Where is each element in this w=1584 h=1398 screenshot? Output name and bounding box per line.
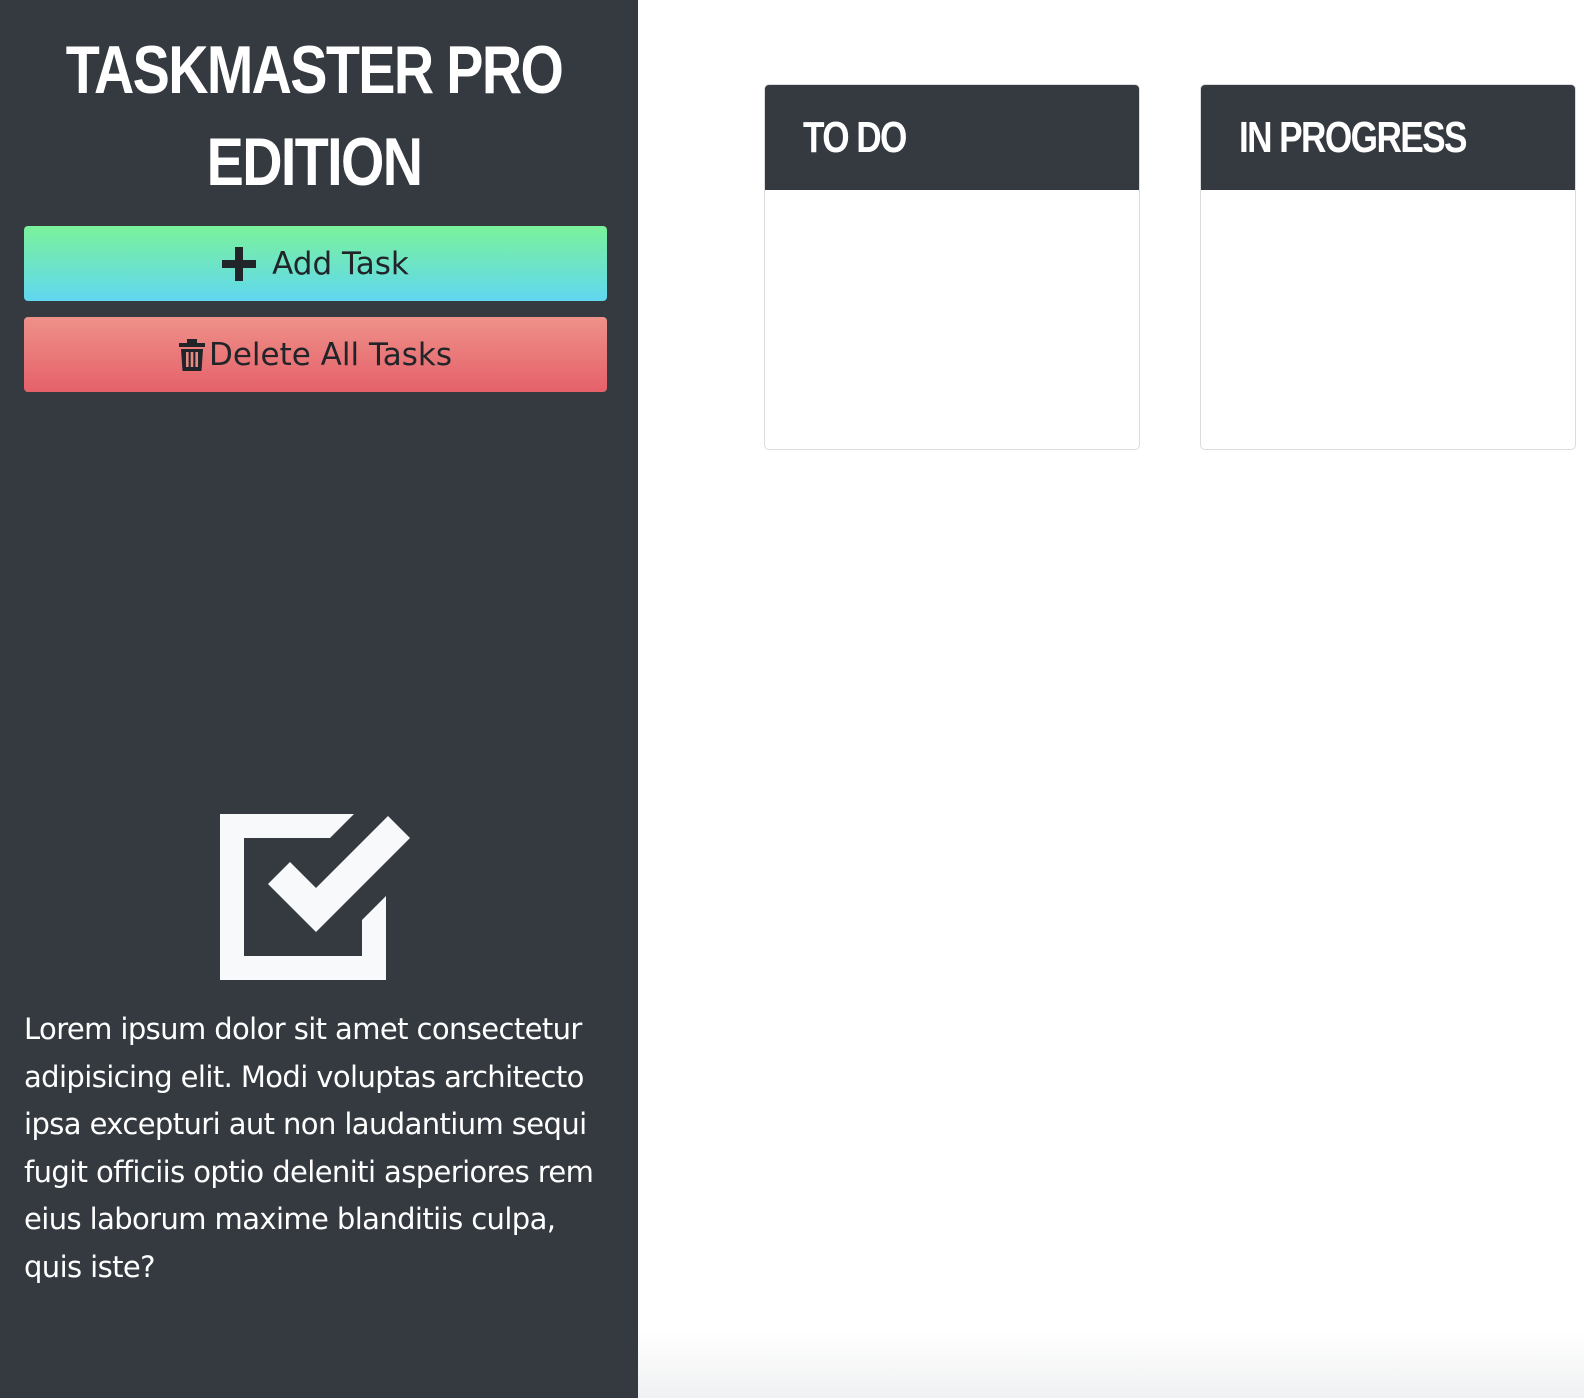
column-title: IN PROGRESS xyxy=(1239,112,1467,162)
column-title: TO DO xyxy=(803,112,907,162)
column-header: TO DO xyxy=(765,85,1139,190)
task-board: TO DO IN PROGRESS xyxy=(638,0,1584,1398)
about-text: Lorem ipsum dolor sit amet consectetur a… xyxy=(24,1012,594,1284)
trash-icon xyxy=(178,338,205,371)
checkbox-checked-icon xyxy=(218,812,412,982)
column-dropzone[interactable] xyxy=(1201,190,1575,448)
column-in-progress[interactable]: IN PROGRESS xyxy=(1200,84,1576,450)
add-task-label: Add Task xyxy=(272,245,409,282)
column-dropzone[interactable] xyxy=(765,190,1139,448)
app-root: TASKMASTER PRO EDITION Add Task Delete A… xyxy=(0,0,1584,1398)
column-todo[interactable]: TO DO xyxy=(764,84,1140,450)
plus-icon xyxy=(222,246,257,281)
column-header: IN PROGRESS xyxy=(1201,85,1575,190)
delete-all-tasks-label: Delete All Tasks xyxy=(208,336,453,373)
sidebar: TASKMASTER PRO EDITION Add Task Delete A… xyxy=(0,0,638,1398)
bottom-shadow xyxy=(638,1330,1584,1398)
add-task-button[interactable]: Add Task xyxy=(24,226,607,301)
delete-all-tasks-button[interactable]: Delete All Tasks xyxy=(24,317,607,392)
app-title: TASKMASTER PRO EDITION xyxy=(65,32,564,200)
